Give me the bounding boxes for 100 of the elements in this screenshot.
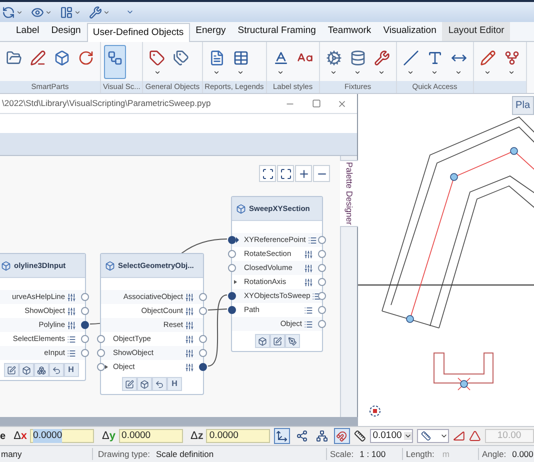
quick-access-button[interactable] [89,6,110,18]
status-label: Scale: [330,448,354,460]
sliders-icon [67,320,76,330]
caret-icon [103,8,110,16]
status-label: Drawing type: [98,448,150,460]
sliders-icon [185,306,194,316]
line-type-dropdown[interactable] [416,429,449,443]
undo-icon [155,380,164,388]
node-icon [105,260,115,270]
delta-label: Δx [14,428,28,444]
ribbon-tab[interactable]: Visualization [377,22,442,41]
undo-button[interactable] [48,363,64,377]
coordinate-field[interactable]: 0.0000 [30,429,94,443]
sliders-icon [185,320,194,330]
delta-label: Δy [102,428,116,444]
caret-icon [407,68,414,76]
wrench-icon [374,50,390,66]
snap-button[interactable] [314,428,330,444]
zoom-button[interactable] [313,165,330,182]
ribbon-tab[interactable]: Layout Editor [442,22,510,41]
caret-icon [45,8,52,16]
cube-icon [140,380,149,388]
table-icon [232,50,249,66]
edit-button[interactable] [4,363,18,377]
edit-button[interactable] [270,334,284,348]
undo-button[interactable] [152,377,167,391]
tools-icon [89,6,102,18]
node-icon [1,260,11,270]
caret-icon [440,432,448,440]
pencil-icon [480,50,496,66]
customize-icon[interactable] [126,8,134,16]
document-icon [208,50,225,66]
toggle-button[interactable]: H [64,363,78,377]
angle-icon[interactable] [452,430,465,442]
step-dropdown[interactable]: 0.0100 [370,429,413,443]
quick-access-button[interactable] [60,6,81,18]
edit-icon [125,380,134,388]
zoom-button[interactable] [277,165,294,182]
cube-button[interactable] [254,334,270,348]
ribbon-tab[interactable]: User-Defined Objects [86,23,190,42]
close-icon [337,98,347,108]
sliders-icon [185,334,194,344]
snap-point-icon [370,406,380,416]
ribbon-tab[interactable]: Teamwork [322,22,378,41]
panel-layout-icon [60,6,73,18]
toggle-button[interactable]: H [167,377,182,391]
status-label: Angle: [482,448,506,460]
undo-icon [52,366,60,374]
snap-button[interactable] [274,428,290,444]
ribbon-tab[interactable]: Energy [190,22,232,41]
ribbon-tab[interactable]: Design [45,22,87,41]
coordinate-field[interactable]: 0.0000 [206,429,270,443]
status-value: m [442,448,450,460]
quick-access-button[interactable] [31,6,52,18]
coordinate-field[interactable]: 0.0000 [118,429,183,443]
sliders-icon [67,306,76,316]
list-icon [304,320,313,328]
arrow-icon[interactable] [234,280,237,284]
caret-icon [378,68,386,76]
snap-button[interactable] [334,428,350,444]
handle-point[interactable] [406,315,414,323]
ribbon-tab[interactable]: Label [10,22,46,41]
plan-tab[interactable]: Pla [512,96,534,115]
cube-button[interactable] [137,377,152,391]
caret-icon [213,68,220,76]
edit-button[interactable] [122,377,137,391]
status-value: Scale definition [156,448,214,460]
caret-icon [330,68,338,76]
sliders-icon [67,292,76,302]
status-value: 1 : 100 [360,448,386,460]
zoom-button[interactable] [259,165,276,182]
maximize-icon [312,99,320,108]
angle-tool-icon[interactable] [468,430,481,442]
list-icon [308,236,317,244]
sliders-icon [185,362,194,372]
ribbon-tab[interactable]: Structural Framing [232,22,322,41]
quick-access-button[interactable] [2,6,23,18]
cube-button[interactable] [18,363,34,377]
handle-point[interactable] [450,173,458,181]
caret-icon [508,68,516,76]
cubes-button[interactable] [34,363,48,377]
fit-all-icon [280,168,292,180]
handle-point[interactable] [510,147,518,155]
zoom-button[interactable] [295,165,312,182]
caret-icon [431,68,438,76]
folder-icon [6,50,22,66]
pen-button[interactable] [284,334,300,348]
tags-icon [173,50,190,66]
sliders-icon [185,348,194,358]
network-icon [316,430,328,442]
profile-drawing [434,352,494,390]
list-icon [67,334,76,344]
eye-icon [31,6,44,18]
sliders-icon [304,250,313,258]
caret-icon [404,432,412,440]
sliders-icon [304,278,313,286]
ribbon-button[interactable] [104,44,126,79]
status-text: many [0,448,23,460]
rotate-icon [78,50,94,66]
caret-icon [237,68,244,76]
